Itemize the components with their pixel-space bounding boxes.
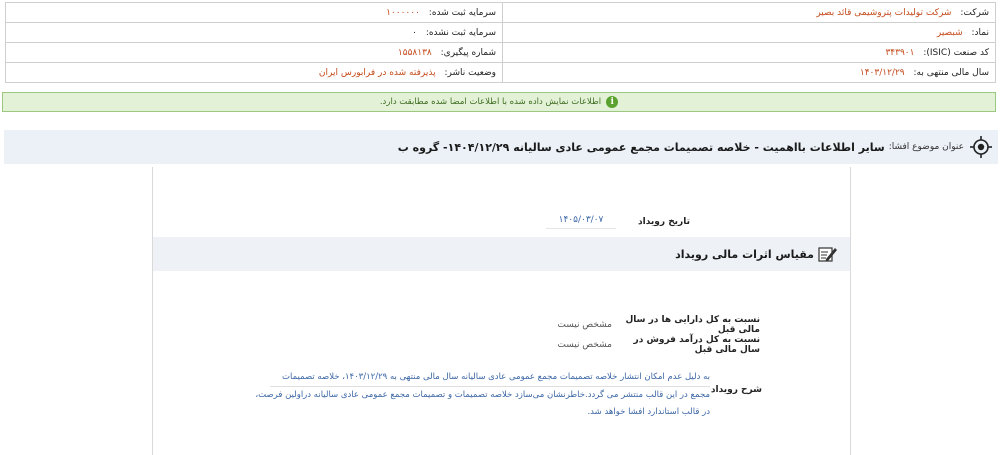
subject-title: سایر اطلاعات بااهمیت - خلاصه تصمیمات مجم… — [397, 140, 885, 154]
fiscal-year-cell: سال مالی منتهی به: ۱۴۰۳/۱۲/۲۹ — [502, 62, 996, 83]
ratio-row-assets: نسبت به کل دارایی ها در سال مالی قبل مشخ… — [557, 315, 760, 335]
content-panel: تاریخ رویداد ۱۴۰۵/۰۳/۰۷ مقیاس اثرات مالی… — [152, 167, 851, 455]
info-row: شرکت: شرکت تولیدات پتروشیمی قائد بصیر سر… — [5, 2, 996, 23]
publisher-status-label: وضعیت ناشر: — [444, 67, 496, 78]
company-name: شرکت تولیدات پتروشیمی قائد بصیر — [816, 7, 952, 18]
symbol-value: شبصیر — [936, 27, 963, 38]
company-label: شرکت: — [960, 7, 989, 18]
isic-cell: کد صنعت (ISIC): ۳۴۳۹۰۱ — [502, 42, 996, 63]
tracking-cell: شماره پیگیری: ۱۵۵۸۱۳۸ — [5, 42, 503, 63]
symbol-cell: نماد: شبصیر — [502, 22, 996, 43]
isic-label: کد صنعت (ISIC): — [923, 47, 989, 58]
isic-value: ۳۴۳۹۰۱ — [885, 47, 915, 58]
event-date-label: تاریخ رویداد — [638, 217, 690, 227]
company-cell: شرکت: شرکت تولیدات پتروشیمی قائد بصیر — [502, 2, 996, 23]
event-description-label: شرح رویداد — [710, 385, 762, 395]
description-line: در قالب استاندارد افشا خواهد شد. — [587, 407, 710, 417]
edit-icon — [818, 245, 838, 263]
disclosure-subject-bar: عنوان موضوع افشا: سایر اطلاعات بااهمیت -… — [4, 130, 998, 164]
ratio-value: مشخص نیست — [557, 340, 612, 350]
ratio-row-revenue: نسبت به کل درآمد فروش در سال مالی قبل مش… — [557, 335, 760, 355]
info-row: سال مالی منتهی به: ۱۴۰۳/۱۲/۲۹ وضعیت ناشر… — [5, 62, 996, 83]
publisher-status-cell: وضعیت ناشر: پذیرفته شده در فرابورس ایران — [5, 62, 503, 83]
description-line: مجمع در این قالب منتشر می گردد.خاطرنشان … — [255, 390, 710, 400]
tracking-value: ۱۵۵۸۱۳۸ — [397, 47, 432, 58]
subject-label: عنوان موضوع افشا: — [888, 142, 964, 152]
registered-capital-label: سرمایه ثبت شده: — [428, 7, 496, 18]
ratio-label: نسبت به کل درآمد فروش در سال مالی قبل — [633, 335, 760, 355]
financial-effects-header: مقیاس اثرات مالی رویداد — [153, 237, 850, 271]
event-date-row: تاریخ رویداد ۱۴۰۵/۰۳/۰۷ — [546, 215, 690, 229]
description-line: به دلیل عدم امکان انتشار خلاصه تصمیمات م… — [270, 369, 710, 387]
event-description-text: به دلیل عدم امکان انتشار خلاصه تصمیمات م… — [255, 369, 710, 421]
publisher-status-value: پذیرفته شده در فرابورس ایران — [318, 67, 436, 78]
registered-capital-cell: سرمایه ثبت شده: ۱۰۰۰۰۰۰ — [5, 2, 503, 23]
info-row: کد صنعت (ISIC): ۳۴۳۹۰۱ شماره پیگیری: ۱۵۵… — [5, 42, 996, 63]
registered-capital-value: ۱۰۰۰۰۰۰ — [386, 7, 420, 18]
unregistered-capital-value: ۰ — [412, 27, 417, 38]
ratio-value: مشخص نیست — [557, 320, 612, 330]
tracking-label: شماره پیگیری: — [440, 47, 496, 58]
fiscal-year-value: ۱۴۰۳/۱۲/۲۹ — [859, 67, 905, 78]
fiscal-year-label: سال مالی منتهی به: — [913, 67, 989, 78]
notice-text: اطلاعات نمایش داده شده با اطلاعات امضا ش… — [379, 97, 602, 107]
event-date-value: ۱۴۰۵/۰۳/۰۷ — [546, 215, 616, 229]
info-icon: i — [606, 96, 619, 108]
ratio-label: نسبت به کل دارایی ها در سال مالی قبل — [625, 315, 760, 335]
target-icon — [970, 136, 992, 158]
financial-effects-title: مقیاس اثرات مالی رویداد — [675, 247, 814, 261]
symbol-label: نماد: — [971, 27, 990, 38]
signature-match-notice: i اطلاعات نمایش داده شده با اطلاعات امضا… — [2, 92, 996, 112]
unregistered-capital-cell: سرمایه ثبت نشده: ۰ — [5, 22, 503, 43]
unregistered-capital-label: سرمایه ثبت نشده: — [425, 27, 496, 38]
company-info-table: شرکت: شرکت تولیدات پتروشیمی قائد بصیر سر… — [5, 2, 996, 83]
info-row: نماد: شبصیر سرمایه ثبت نشده: ۰ — [5, 22, 996, 43]
